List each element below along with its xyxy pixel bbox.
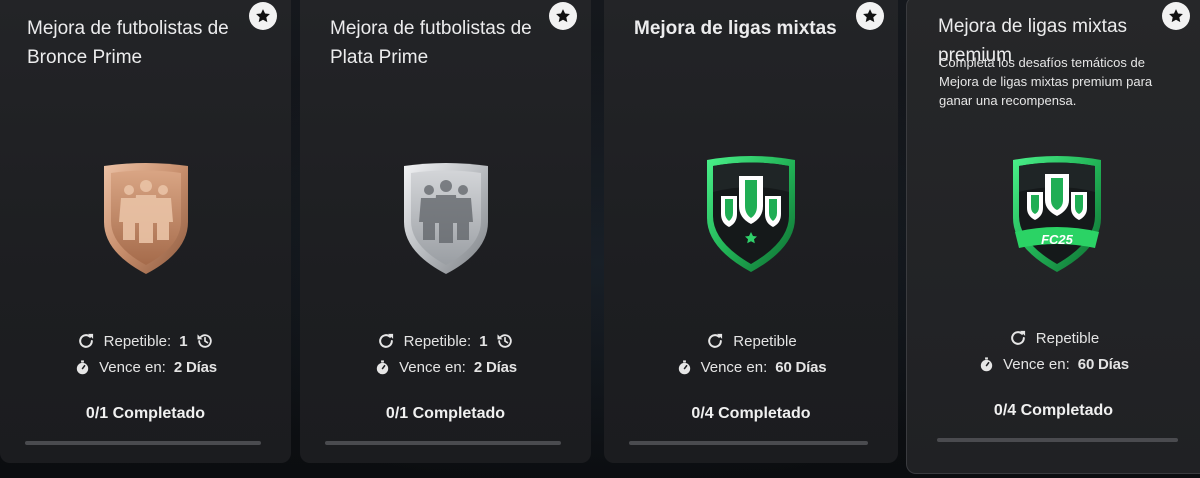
repeatable-row: Repetible: 1 — [0, 331, 291, 351]
expiry-value: 2 Días — [173, 359, 217, 376]
expiry-label: Vence en: — [1003, 356, 1070, 373]
expiry-label: Vence en: — [99, 359, 166, 376]
repeatable-label: Repetible: — [403, 332, 472, 350]
expiry-label: Vence en: — [399, 359, 466, 376]
progress-bar — [325, 441, 561, 445]
refresh-icon — [705, 331, 725, 351]
stopwatch-icon — [74, 359, 91, 376]
premium-mixed-leagues-badge: FC25 — [1007, 152, 1107, 276]
stopwatch-icon — [978, 356, 995, 373]
repeatable-row: Repetible: 1 — [300, 331, 591, 351]
favorite-star-button[interactable] — [549, 2, 577, 30]
expiry-value: 60 Días — [1077, 356, 1129, 373]
repeatable-label: Repetible — [733, 332, 797, 350]
progress-text: 0/4 Completado — [993, 402, 1114, 419]
card-title: Mejora de futbolistas de Bronce Prime — [27, 18, 229, 68]
favorite-star-button[interactable] — [249, 2, 277, 30]
challenge-card-silver-prime[interactable]: Mejora de futbolistas de Plata Prime Rep… — [300, 0, 591, 463]
favorite-star-button[interactable] — [856, 2, 884, 30]
refresh-icon — [1008, 328, 1028, 348]
history-icon — [195, 331, 215, 351]
challenge-card-mixed-leagues-premium[interactable]: Mejora de ligas mixtas premium Completa … — [906, 0, 1200, 474]
refresh-icon — [376, 331, 396, 351]
star-icon — [863, 9, 877, 23]
stopwatch-icon — [676, 359, 693, 376]
favorite-star-button[interactable] — [1162, 2, 1190, 30]
progress-text: 0/4 Completado — [691, 405, 811, 422]
repeatable-label: Repetible — [1035, 329, 1100, 347]
repeatable-count: 1 — [179, 332, 188, 350]
expiry-row: Vence en: 60 Días — [907, 356, 1200, 373]
star-icon — [556, 9, 570, 23]
star-icon — [1169, 9, 1183, 23]
challenge-card-mixed-leagues[interactable]: Mejora de ligas mixtas Repetible Vence e… — [604, 0, 898, 463]
expiry-row: Vence en: 60 Días — [604, 359, 898, 376]
refresh-icon — [76, 331, 96, 351]
repeatable-row: Repetible — [604, 331, 898, 351]
card-description: Completa los desafíos temáticos de Mejor… — [939, 55, 1153, 108]
bronze-players-badge — [96, 160, 196, 280]
silver-players-badge — [396, 160, 496, 280]
progress-bar — [25, 441, 261, 445]
expiry-label: Vence en: — [700, 359, 768, 376]
challenge-card-bronze-prime[interactable]: Mejora de futbolistas de Bronce Prime Re… — [0, 0, 291, 463]
repeatable-count: 1 — [479, 332, 488, 350]
card-title: Mejora de ligas mixtas — [634, 18, 837, 39]
progress-text: 0/1 Completado — [85, 405, 206, 422]
progress-bar — [937, 438, 1178, 442]
progress-text: 0/1 Completado — [385, 405, 506, 422]
stopwatch-icon — [374, 359, 391, 376]
repeatable-label: Repetible: — [103, 332, 172, 350]
star-icon — [256, 9, 270, 23]
expiry-value: 60 Días — [775, 359, 827, 376]
sbc-cards-row: Mejora de futbolistas de Bronce Prime Re… — [0, 0, 1200, 478]
expiry-row: Vence en: 2 Días — [0, 359, 291, 376]
expiry-value: 2 Días — [473, 359, 517, 376]
repeatable-row: Repetible — [907, 328, 1200, 348]
card-title: Mejora de futbolistas de Plata Prime — [330, 18, 532, 68]
expiry-row: Vence en: 2 Días — [300, 359, 591, 376]
badge-brand-text: FC25 — [1041, 232, 1074, 247]
progress-bar — [629, 441, 868, 445]
history-icon — [495, 331, 515, 351]
mixed-leagues-badge — [701, 152, 801, 276]
